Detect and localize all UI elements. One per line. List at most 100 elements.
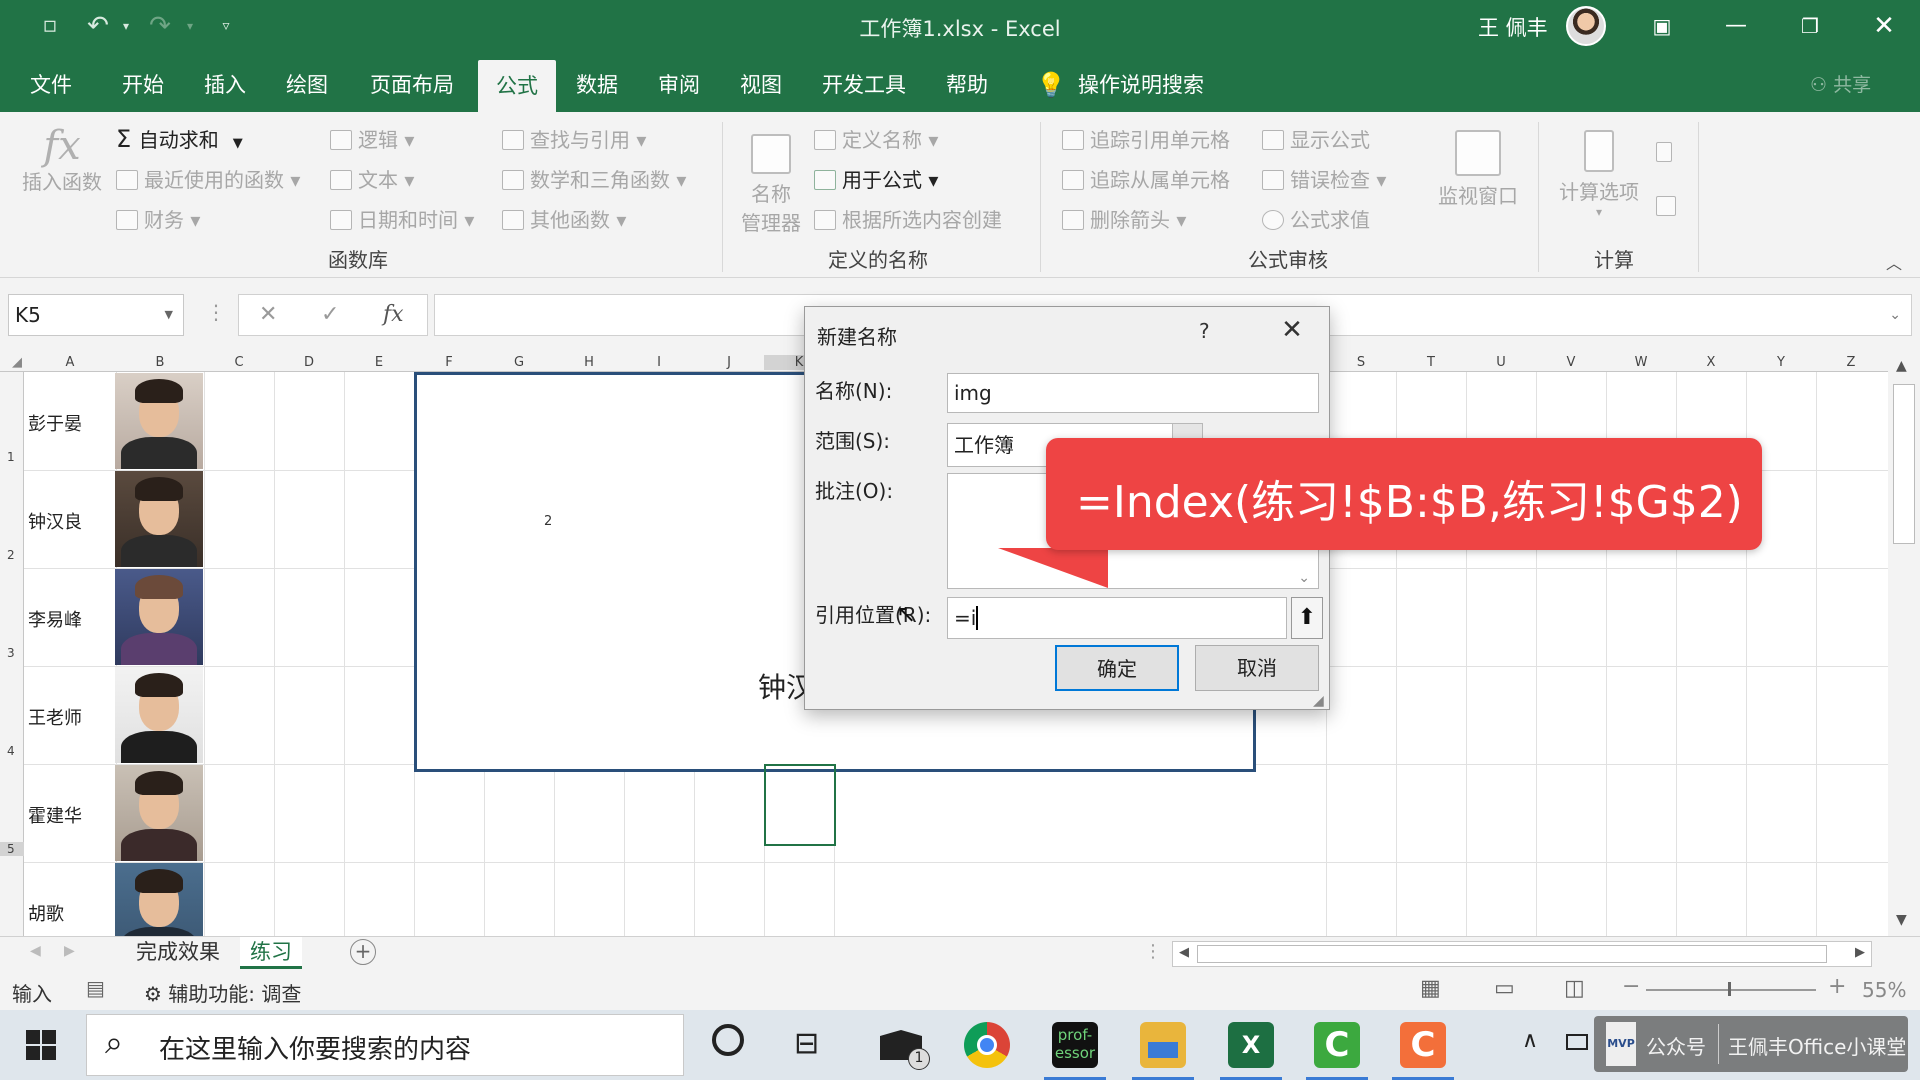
collapse-ribbon-icon[interactable]: ︿ — [1886, 250, 1902, 274]
col-header[interactable]: X — [1676, 355, 1746, 370]
ok-button[interactable]: 确定 — [1055, 645, 1179, 691]
cancel-entry-icon[interactable]: ✕ — [259, 295, 277, 335]
sheet-tab-completed[interactable]: 完成效果 — [126, 937, 230, 969]
remove-arrows-button[interactable]: 删除箭头 ▾ — [1062, 204, 1186, 233]
col-header[interactable]: Y — [1746, 355, 1816, 370]
close-icon[interactable]: ✕ — [1864, 8, 1904, 44]
chevron-up-icon[interactable]: ∧ — [1522, 1028, 1538, 1053]
add-sheet-icon[interactable]: + — [350, 939, 376, 965]
name-box[interactable]: K5 ▼ — [8, 294, 184, 336]
tab-view[interactable]: 视图 — [734, 52, 788, 112]
enter-check-icon[interactable]: ✓ — [321, 295, 339, 335]
professor-app-icon[interactable]: prof-essor — [1044, 1022, 1106, 1080]
row-header[interactable]: 1 — [0, 450, 24, 464]
tab-insert[interactable]: 插入 — [198, 52, 252, 112]
active-cell-k5[interactable] — [764, 764, 836, 846]
scroll-up-icon[interactable]: ▲ — [1896, 358, 1907, 374]
minimize-icon[interactable]: — — [1716, 8, 1756, 44]
col-header[interactable]: A — [24, 355, 116, 370]
user-name[interactable]: 王 佩丰 — [1478, 12, 1548, 42]
recent-functions-button[interactable]: 最近使用的函数 ▾ — [116, 164, 300, 193]
tab-review[interactable]: 审阅 — [652, 52, 706, 112]
col-header[interactable]: S — [1326, 355, 1396, 370]
vertical-scrollbar[interactable]: ▲ ▼ — [1888, 354, 1920, 936]
math-button[interactable]: 数学和三角函数 ▾ — [502, 164, 686, 193]
person-photo[interactable] — [115, 765, 203, 861]
normal-view-icon[interactable]: ▦ — [1420, 976, 1441, 1001]
col-header[interactable]: I — [624, 355, 694, 370]
macro-record-icon[interactable]: ▤ — [86, 976, 105, 1000]
row-header[interactable]: 3 — [0, 646, 24, 660]
cell-name[interactable]: 钟汉良 — [28, 508, 82, 534]
cancel-button[interactable]: 取消 — [1195, 645, 1319, 691]
resize-grip-icon[interactable]: ◢ — [1313, 693, 1324, 709]
col-header[interactable]: J — [694, 355, 764, 370]
person-photo[interactable] — [115, 471, 203, 567]
col-header[interactable]: E — [344, 355, 414, 370]
show-formulas-button[interactable]: 显示公式 — [1262, 124, 1370, 153]
share-button[interactable]: ⚇ 共享 — [1810, 70, 1871, 97]
more-functions-button[interactable]: 其他函数 ▾ — [502, 204, 626, 233]
windows-start-icon[interactable] — [26, 1030, 56, 1060]
tray-icon[interactable] — [1566, 1034, 1588, 1050]
person-photo[interactable] — [115, 569, 203, 665]
cell-name[interactable]: 李易峰 — [28, 606, 82, 632]
tab-page-layout[interactable]: 页面布局 — [364, 52, 460, 112]
file-explorer-icon[interactable] — [1132, 1022, 1194, 1080]
calc-now-button[interactable] — [1656, 140, 1678, 164]
refers-to-input[interactable]: =i — [947, 597, 1287, 639]
camtasia-orange-icon[interactable]: C — [1392, 1022, 1454, 1080]
col-header[interactable]: D — [274, 355, 344, 370]
page-break-view-icon[interactable]: ◫ — [1564, 976, 1585, 1001]
scroll-left-icon[interactable]: ◀ — [1179, 945, 1189, 960]
next-sheet-icon[interactable]: ▶ — [64, 943, 75, 959]
sheet-tab-practice[interactable]: 练习 — [240, 937, 302, 969]
scroll-right-icon[interactable]: ▶ — [1855, 945, 1865, 960]
mail-icon[interactable]: 1 — [878, 1022, 930, 1070]
cell-name[interactable]: 胡歌 — [28, 900, 64, 926]
collapse-dialog-icon[interactable]: ⬆ — [1291, 597, 1323, 639]
person-photo[interactable] — [115, 863, 203, 936]
insert-function-button[interactable]: fx 插入函数 — [16, 126, 108, 195]
help-button[interactable]: ? — [1199, 319, 1210, 343]
excel-icon[interactable]: X — [1220, 1022, 1282, 1080]
scroll-down-icon[interactable]: ▼ — [1896, 912, 1907, 928]
lightbulb-icon[interactable]: 💡 — [1030, 52, 1072, 112]
avatar[interactable] — [1566, 6, 1606, 46]
maximize-icon[interactable]: ❐ — [1790, 8, 1830, 44]
camtasia-green-icon[interactable]: C — [1306, 1022, 1368, 1080]
tab-formulas[interactable]: 公式 — [478, 60, 556, 112]
col-header[interactable]: F — [414, 355, 484, 370]
autosum-button[interactable]: Σ 自动求和 ▼ — [116, 124, 243, 153]
row-header[interactable]: 2 — [0, 548, 24, 562]
person-photo[interactable] — [115, 373, 203, 469]
select-all-icon[interactable]: ◢ — [10, 355, 24, 370]
cell-name[interactable]: 王老师 — [28, 704, 82, 730]
name-manager-button[interactable]: 名称 管理器 — [736, 134, 806, 236]
trace-precedents-button[interactable]: 追踪引用单元格 — [1062, 124, 1230, 153]
col-header[interactable]: V — [1536, 355, 1606, 370]
vertical-scroll-thumb[interactable] — [1893, 384, 1915, 544]
ribbon-display-icon[interactable]: ▣ — [1642, 8, 1682, 44]
calc-sheet-button[interactable] — [1656, 194, 1682, 218]
zoom-level[interactable]: 55% — [1862, 978, 1906, 1002]
zoom-slider[interactable] — [1646, 989, 1816, 991]
create-from-selection-button[interactable]: 根据所选内容创建 — [814, 204, 1002, 233]
col-header[interactable]: H — [554, 355, 624, 370]
chrome-icon[interactable] — [964, 1022, 1010, 1068]
insert-function-icon[interactable]: fx — [383, 295, 404, 335]
horizontal-scroll-thumb[interactable] — [1197, 945, 1827, 963]
tab-data[interactable]: 数据 — [570, 52, 624, 112]
col-header[interactable]: G — [484, 355, 554, 370]
zoom-out-icon[interactable]: − — [1622, 974, 1640, 999]
calc-options-button[interactable]: 计算选项 ▾ — [1552, 130, 1646, 219]
use-in-formula-button[interactable]: 用于公式 ▾ — [814, 164, 938, 193]
col-header[interactable]: Z — [1816, 355, 1886, 370]
finance-button[interactable]: 财务 ▾ — [116, 204, 200, 233]
tab-draw[interactable]: 绘图 — [280, 52, 334, 112]
tell-me-search[interactable]: 操作说明搜索 — [1072, 52, 1210, 112]
watch-window-button[interactable]: 监视窗口 — [1430, 130, 1526, 209]
text-button[interactable]: 文本 ▾ — [330, 164, 414, 193]
horizontal-scrollbar[interactable]: ◀ ▶ — [1172, 941, 1872, 967]
cell-name[interactable]: 霍建华 — [28, 802, 82, 828]
